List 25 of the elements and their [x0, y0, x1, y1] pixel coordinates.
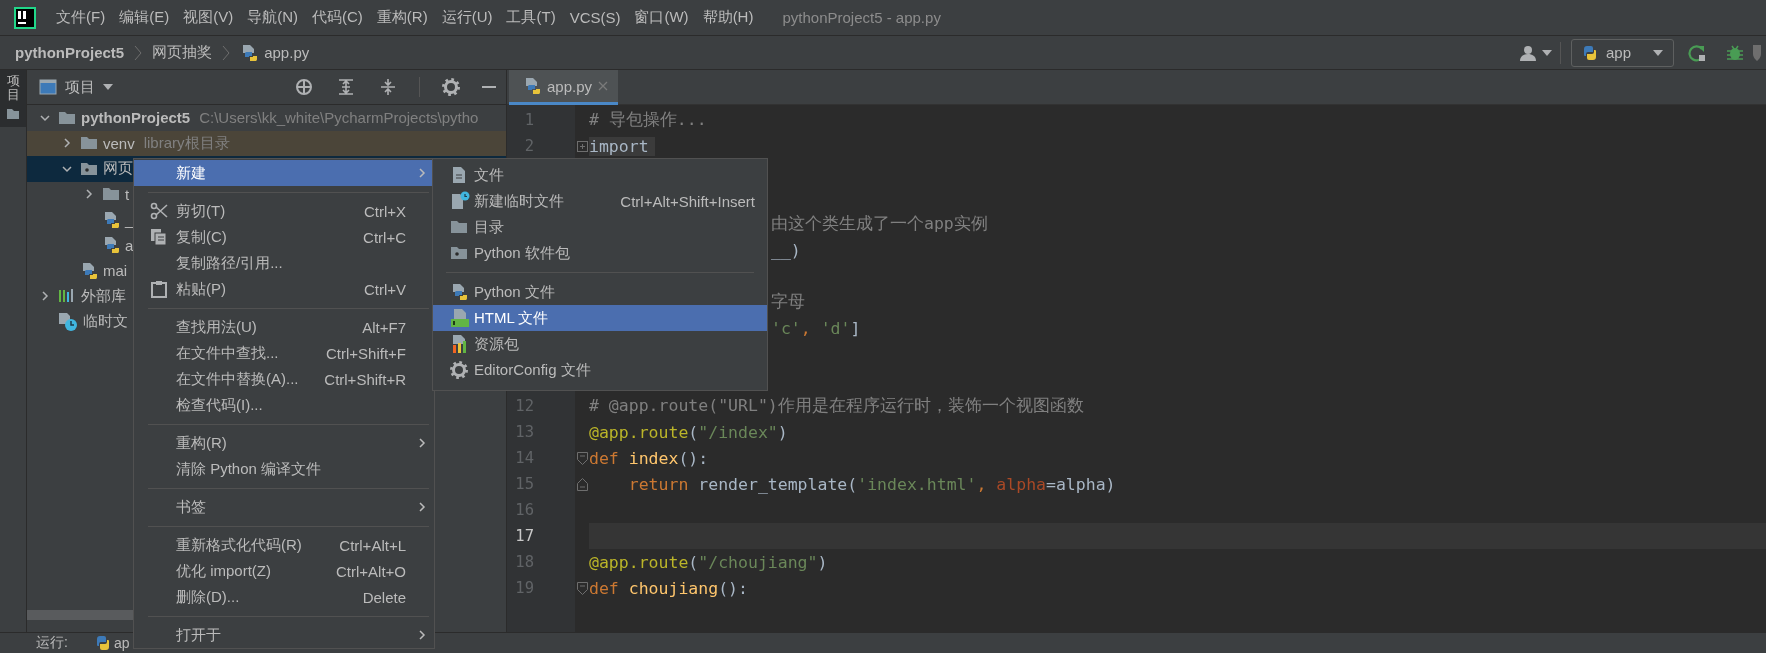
code-line: def index():	[589, 448, 709, 468]
line-number: 17	[515, 527, 534, 545]
code-line: # @app.route("URL")作用是在程序运行时，装饰一个视图函数	[589, 395, 1084, 417]
window-title: pythonProject5 - app.py	[782, 9, 941, 26]
code-line: # 导包操作...	[589, 109, 707, 131]
tree-item-label: venv	[103, 134, 135, 152]
tree-item-label: 外部库	[81, 286, 126, 306]
code-line: 字母	[771, 291, 805, 313]
tree-item-label: 网页	[103, 159, 133, 179]
tree-item-label: t	[125, 185, 130, 203]
tree-item-note: library根目录	[143, 133, 230, 153]
tree-item-label: mai	[103, 262, 128, 280]
tree-item-label: _	[125, 211, 134, 229]
code-line: 由这个类生成了一个app实例	[771, 213, 988, 235]
tree-item-note: C:\Users\kk_white\PycharmProjects\pytho	[199, 109, 479, 127]
run-label: 运行:	[36, 634, 69, 652]
code-line: def choujiang():	[589, 578, 748, 598]
tree-item-label: 临时文	[83, 312, 128, 332]
tree-item-label: pythonProject5	[81, 109, 191, 127]
code-line: 'c', 'd']	[771, 318, 861, 338]
tree-item-label: a	[125, 236, 134, 254]
code-line: @app.route("/index")	[589, 422, 788, 442]
code-line: return render_template('index.html', alpha=alpha)	[627, 474, 1116, 494]
code-line: __)	[771, 240, 801, 260]
code-line: @app.route("/choujiang")	[589, 552, 828, 572]
